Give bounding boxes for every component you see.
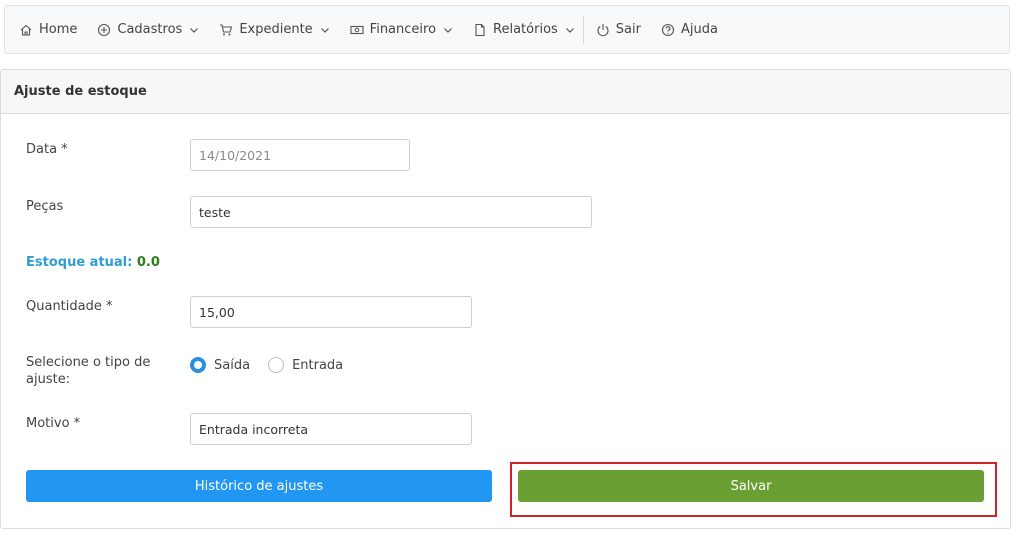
data-label: Data *: [26, 142, 68, 157]
quantidade-field[interactable]: 15,00: [190, 296, 472, 328]
radio-entrada[interactable]: Entrada: [268, 357, 343, 373]
quantidade-label: Quantidade *: [26, 299, 113, 314]
chevron-down-icon: [565, 25, 575, 35]
nav-ajuda[interactable]: Ajuda: [661, 6, 718, 53]
help-icon: [661, 23, 675, 37]
home-icon: [19, 23, 33, 37]
nav-relatorios[interactable]: Relatórios: [473, 6, 575, 53]
radio-entrada-label: Entrada: [292, 357, 344, 373]
stock-adjust-card: Ajuste de estoque: [0, 69, 1011, 529]
nav-sair-label: Sair: [615, 22, 641, 37]
pecas-label: Peças: [26, 199, 64, 214]
radio-circle: [268, 357, 285, 373]
nav-financeiro[interactable]: Financeiro: [350, 6, 453, 53]
chevron-down-icon: [443, 25, 453, 35]
nav-expediente[interactable]: Expediente: [219, 6, 329, 53]
top-navbar: Home Cadastros Expediente Financeiro Rel…: [4, 5, 1010, 54]
radio-circle: [190, 357, 206, 373]
chevron-down-icon: [320, 25, 330, 35]
radio-saida-label: Saída: [214, 357, 251, 373]
stock-info: Estoque atual: 0.0: [26, 255, 160, 270]
nav-financeiro-label: Financeiro: [369, 22, 437, 37]
motivo-label: Motivo *: [26, 416, 81, 431]
nav-home[interactable]: Home: [19, 6, 77, 53]
nav-cadastros[interactable]: Cadastros: [97, 6, 199, 53]
nav-relatorios-label: Relatórios: [493, 22, 558, 37]
historico-button[interactable]: Histórico de ajustes: [26, 470, 492, 502]
nav-sair[interactable]: Sair: [596, 6, 641, 53]
nav-divider: [582, 15, 584, 44]
stock-value: 0.0: [136, 255, 160, 270]
tipo-label: Selecione o tipo de ajuste:: [26, 355, 151, 387]
plus-circle-icon: [97, 23, 111, 37]
card-title: Ajuste de estoque: [1, 70, 1010, 114]
money-icon: [350, 23, 364, 37]
pecas-field[interactable]: teste: [190, 196, 592, 228]
file-icon: [473, 23, 487, 37]
nav-expediente-label: Expediente: [239, 22, 313, 37]
radio-saida[interactable]: Saída: [190, 357, 250, 373]
nav-ajuda-label: Ajuda: [680, 22, 718, 37]
nav-cadastros-label: Cadastros: [117, 22, 183, 37]
nav-home-label: Home: [39, 22, 78, 37]
save-button[interactable]: Salvar: [518, 470, 984, 502]
stock-label: Estoque atual:: [26, 255, 133, 270]
tipo-radio-group: Saída Entrada: [190, 357, 361, 373]
motivo-field[interactable]: Entrada incorreta: [190, 413, 472, 445]
data-field[interactable]: 14/10/2021: [190, 139, 410, 171]
chevron-down-icon: [189, 25, 199, 35]
cart-icon: [219, 23, 233, 37]
power-icon: [596, 23, 610, 37]
